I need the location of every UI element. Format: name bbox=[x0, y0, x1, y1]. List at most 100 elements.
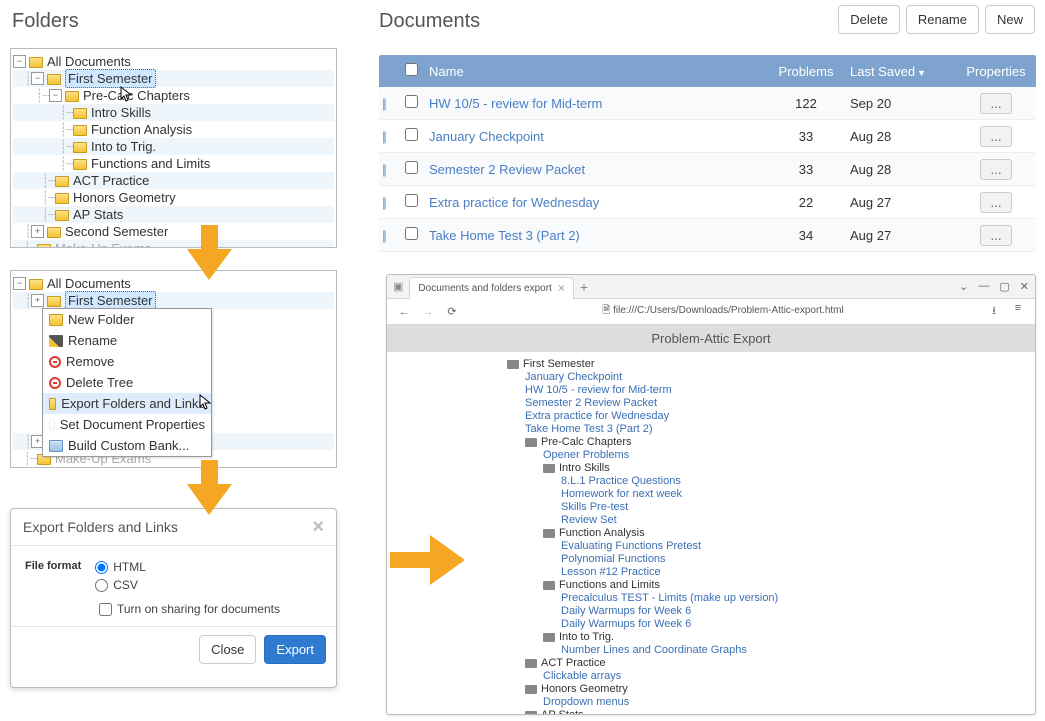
export-link-label[interactable]: Polynomial Functions bbox=[561, 553, 666, 566]
expander-icon[interactable]: − bbox=[31, 72, 44, 85]
tree-row[interactable]: ┊┄AP Stats bbox=[13, 206, 334, 223]
drag-handle-icon[interactable]: || bbox=[379, 228, 397, 243]
export-link[interactable]: Precalculus TEST - Limits (make up versi… bbox=[407, 592, 1015, 605]
drag-handle-icon[interactable]: || bbox=[379, 195, 397, 210]
export-link-label[interactable]: Review Set bbox=[561, 514, 617, 527]
export-link-label[interactable]: Opener Problems bbox=[543, 449, 629, 462]
window-close-icon[interactable]: ✕ bbox=[1020, 280, 1029, 293]
col-problems[interactable]: Problems bbox=[766, 64, 846, 79]
close-icon[interactable]: × bbox=[312, 520, 324, 534]
expander-icon[interactable]: − bbox=[13, 55, 26, 68]
export-link-label[interactable]: Precalculus TEST - Limits (make up versi… bbox=[561, 592, 778, 605]
ctx-set-properties[interactable]: Set Document Properties bbox=[43, 414, 211, 435]
ctx-export-folders[interactable]: Export Folders and Links bbox=[43, 393, 211, 414]
drag-handle-icon[interactable]: || bbox=[379, 129, 397, 144]
export-link[interactable]: HW 10/5 - review for Mid-term bbox=[407, 384, 1015, 397]
export-link[interactable]: Review Set bbox=[407, 514, 1015, 527]
properties-button[interactable]: ... bbox=[980, 159, 1011, 180]
export-link-label[interactable]: Lesson #12 Practice bbox=[561, 566, 661, 579]
document-link[interactable]: Semester 2 Review Packet bbox=[429, 162, 585, 177]
tree-row[interactable]: ┊┄Make-Up Exams bbox=[13, 240, 334, 248]
ctx-new-folder[interactable]: New Folder bbox=[43, 309, 211, 330]
export-link[interactable]: Semester 2 Review Packet bbox=[407, 397, 1015, 410]
export-link[interactable]: Lesson #12 Practice bbox=[407, 566, 1015, 579]
properties-button[interactable]: ... bbox=[980, 192, 1011, 213]
tree-row[interactable]: ┊┄ACT Practice bbox=[13, 172, 334, 189]
ctx-build-bank[interactable]: Build Custom Bank... bbox=[43, 435, 211, 456]
nav-reload-icon[interactable]: ⟳ bbox=[445, 305, 459, 318]
new-tab-icon[interactable]: + bbox=[580, 279, 588, 295]
drag-handle-icon[interactable]: || bbox=[379, 96, 397, 111]
export-link[interactable]: 8.L.1 Practice Questions bbox=[407, 475, 1015, 488]
checkbox-sharing-input[interactable] bbox=[99, 603, 112, 616]
menu-icon[interactable]: ≡ bbox=[1011, 302, 1025, 321]
tree-row[interactable]: ┊+First Semester bbox=[13, 292, 334, 309]
export-link[interactable]: Number Lines and Coordinate Graphs bbox=[407, 644, 1015, 657]
maximize-icon[interactable]: ▢ bbox=[999, 280, 1009, 293]
properties-button[interactable]: ... bbox=[980, 93, 1011, 114]
tree-row[interactable]: −All Documents bbox=[13, 275, 334, 292]
export-link-label[interactable]: HW 10/5 - review for Mid-term bbox=[525, 384, 672, 397]
export-link-label[interactable]: Dropdown menus bbox=[543, 696, 629, 709]
nav-back-icon[interactable]: ← bbox=[397, 306, 411, 318]
export-link[interactable]: Daily Warmups for Week 6 bbox=[407, 605, 1015, 618]
properties-button[interactable]: ... bbox=[980, 225, 1011, 246]
col-name[interactable]: Name bbox=[425, 64, 766, 79]
tree-row[interactable]: ┊+Second Semester bbox=[13, 223, 334, 240]
tree-row[interactable]: ┊┄Functions and Limits bbox=[13, 155, 334, 172]
export-link[interactable]: Polynomial Functions bbox=[407, 553, 1015, 566]
expander-icon[interactable]: + bbox=[31, 225, 44, 238]
document-link[interactable]: Take Home Test 3 (Part 2) bbox=[429, 228, 580, 243]
nav-forward-icon[interactable]: → bbox=[421, 306, 435, 318]
chevron-down-icon[interactable]: ⌄ bbox=[959, 280, 968, 293]
export-link[interactable]: Homework for next week bbox=[407, 488, 1015, 501]
browser-tab[interactable]: Documents and folders export × bbox=[409, 277, 573, 299]
export-link[interactable]: Dropdown menus bbox=[407, 696, 1015, 709]
select-all-checkbox[interactable] bbox=[405, 63, 418, 76]
export-link-label[interactable]: 8.L.1 Practice Questions bbox=[561, 475, 681, 488]
row-checkbox[interactable] bbox=[405, 161, 418, 174]
expander-icon[interactable]: − bbox=[13, 277, 26, 290]
export-link[interactable]: Daily Warmups for Week 6 bbox=[407, 618, 1015, 631]
export-link[interactable]: Evaluating Functions Pretest bbox=[407, 540, 1015, 553]
radio-html[interactable]: HTML bbox=[95, 560, 146, 574]
document-link[interactable]: Extra practice for Wednesday bbox=[429, 195, 599, 210]
checkbox-sharing[interactable]: Turn on sharing for documents bbox=[99, 602, 322, 616]
export-link[interactable]: Opener Problems bbox=[407, 449, 1015, 462]
export-link-label[interactable]: Homework for next week bbox=[561, 488, 682, 501]
export-link-label[interactable]: Extra practice for Wednesday bbox=[525, 410, 669, 423]
properties-button[interactable]: ... bbox=[980, 126, 1011, 147]
ctx-delete-tree[interactable]: Delete Tree bbox=[43, 372, 211, 393]
tree-row[interactable]: ┊┄Honors Geometry bbox=[13, 189, 334, 206]
drag-handle-icon[interactable]: || bbox=[379, 162, 397, 177]
export-link-label[interactable]: Skills Pre-test bbox=[561, 501, 628, 514]
export-link[interactable]: Take Home Test 3 (Part 2) bbox=[407, 423, 1015, 436]
download-icon[interactable]: ⭳ bbox=[987, 302, 1001, 321]
export-link[interactable]: Clickable arrays bbox=[407, 670, 1015, 683]
export-link-label[interactable]: Daily Warmups for Week 6 bbox=[561, 605, 691, 618]
export-link-label[interactable]: Take Home Test 3 (Part 2) bbox=[525, 423, 653, 436]
document-link[interactable]: HW 10/5 - review for Mid-term bbox=[429, 96, 602, 111]
ctx-rename[interactable]: Rename bbox=[43, 330, 211, 351]
tree-row[interactable]: ┊┄Function Analysis bbox=[13, 121, 334, 138]
address-bar[interactable]: 🗎 file:///C:/Users/Downloads/Problem-Att… bbox=[469, 303, 977, 320]
export-link[interactable]: Skills Pre-test bbox=[407, 501, 1015, 514]
expander-icon[interactable]: + bbox=[31, 294, 44, 307]
export-link-label[interactable]: Clickable arrays bbox=[543, 670, 621, 683]
radio-html-input[interactable] bbox=[95, 561, 108, 574]
row-checkbox[interactable] bbox=[405, 194, 418, 207]
dialog-export-button[interactable]: Export bbox=[264, 635, 326, 664]
rename-button[interactable]: Rename bbox=[906, 5, 979, 34]
export-link[interactable]: Extra practice for Wednesday bbox=[407, 410, 1015, 423]
export-link-label[interactable]: January Checkpoint bbox=[525, 371, 622, 384]
row-checkbox[interactable] bbox=[405, 128, 418, 141]
row-checkbox[interactable] bbox=[405, 95, 418, 108]
tree-row[interactable]: ┊┄Into to Trig. bbox=[13, 138, 334, 155]
expander-icon[interactable]: − bbox=[49, 89, 62, 102]
tab-close-icon[interactable]: × bbox=[558, 281, 565, 295]
export-link-label[interactable]: Evaluating Functions Pretest bbox=[561, 540, 701, 553]
export-link[interactable]: January Checkpoint bbox=[407, 371, 1015, 384]
new-button[interactable]: New bbox=[985, 5, 1035, 34]
tree-row[interactable]: ┊┄−Pre-Calc Chapters bbox=[13, 87, 334, 104]
export-link-label[interactable]: Semester 2 Review Packet bbox=[525, 397, 657, 410]
